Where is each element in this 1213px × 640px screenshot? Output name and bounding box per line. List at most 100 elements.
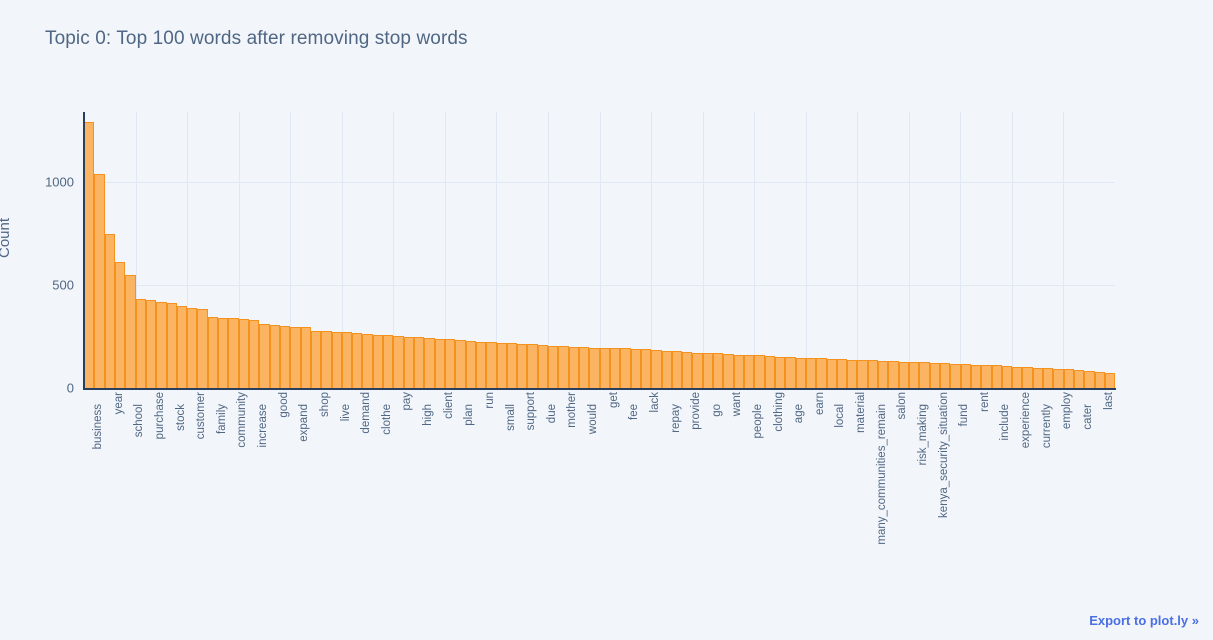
bar[interactable] — [857, 360, 868, 388]
bar[interactable] — [465, 340, 476, 388]
bar[interactable] — [341, 332, 353, 388]
bar[interactable] — [269, 325, 280, 388]
bar[interactable] — [176, 305, 188, 388]
bar[interactable] — [929, 362, 940, 388]
bar[interactable] — [630, 348, 641, 388]
bar[interactable] — [249, 320, 260, 388]
bar[interactable] — [1084, 371, 1095, 388]
bar[interactable] — [403, 336, 414, 388]
bar[interactable] — [888, 361, 899, 388]
bar[interactable] — [764, 356, 775, 388]
bar[interactable] — [1012, 366, 1023, 388]
bar[interactable] — [847, 359, 858, 388]
bar[interactable] — [310, 330, 322, 388]
bar[interactable] — [207, 316, 219, 388]
bar[interactable] — [166, 302, 177, 388]
bar[interactable] — [939, 363, 951, 388]
bar[interactable] — [228, 317, 239, 388]
bar[interactable] — [393, 336, 404, 388]
bar[interactable] — [259, 324, 270, 388]
bar[interactable] — [238, 319, 249, 388]
bar[interactable] — [1043, 368, 1054, 388]
bar[interactable] — [1104, 372, 1116, 388]
export-to-plotly-link[interactable]: Export to plot.ly » — [1089, 613, 1199, 628]
bar[interactable] — [795, 357, 806, 388]
bar[interactable] — [279, 326, 291, 388]
bar[interactable] — [104, 233, 115, 388]
bar[interactable] — [713, 353, 724, 388]
bar[interactable] — [785, 357, 796, 388]
bar[interactable] — [620, 348, 631, 388]
bar[interactable] — [909, 362, 920, 388]
bar[interactable] — [682, 351, 693, 388]
bar[interactable] — [950, 363, 961, 388]
bar[interactable] — [135, 299, 146, 388]
bar[interactable] — [671, 351, 683, 388]
bar[interactable] — [744, 355, 755, 388]
bar[interactable] — [156, 301, 167, 388]
bar[interactable] — [145, 300, 157, 388]
bar[interactable] — [537, 345, 549, 388]
bar[interactable] — [816, 358, 827, 388]
bar[interactable] — [826, 358, 837, 388]
bar[interactable] — [300, 327, 311, 388]
bar[interactable] — [321, 331, 332, 388]
bar[interactable] — [362, 334, 373, 388]
bar[interactable] — [919, 362, 930, 388]
bar[interactable] — [599, 347, 610, 388]
bar[interactable] — [434, 338, 445, 388]
bar[interactable] — [692, 352, 703, 388]
bar[interactable] — [568, 346, 579, 388]
bar[interactable] — [424, 337, 435, 388]
bar[interactable] — [414, 336, 425, 388]
bar[interactable] — [661, 350, 672, 388]
bar[interactable] — [496, 342, 507, 388]
bar[interactable] — [805, 357, 817, 388]
bar[interactable] — [187, 307, 198, 388]
bar[interactable] — [651, 349, 662, 388]
bar[interactable] — [702, 353, 714, 388]
bar[interactable] — [1001, 365, 1013, 388]
bar[interactable] — [372, 334, 384, 388]
bar[interactable] — [444, 338, 456, 388]
bar[interactable] — [723, 354, 734, 388]
bar[interactable] — [589, 347, 600, 388]
bar[interactable] — [506, 343, 518, 388]
bar[interactable] — [84, 122, 95, 388]
bar[interactable] — [218, 317, 229, 388]
bar[interactable] — [548, 345, 559, 388]
bar[interactable] — [290, 326, 301, 388]
bar[interactable] — [94, 173, 105, 388]
bar[interactable] — [640, 349, 652, 388]
bar[interactable] — [1022, 367, 1033, 388]
bar[interactable] — [352, 332, 363, 388]
bar[interactable] — [981, 364, 992, 388]
bar[interactable] — [991, 365, 1002, 388]
bar[interactable] — [486, 342, 497, 388]
bar[interactable] — [331, 331, 342, 388]
bar[interactable] — [527, 344, 538, 388]
bar[interactable] — [383, 335, 394, 388]
bar[interactable] — [114, 262, 126, 388]
bar[interactable] — [1074, 370, 1085, 388]
bar[interactable] — [898, 361, 909, 388]
bar[interactable] — [1053, 369, 1064, 388]
bar[interactable] — [867, 360, 879, 388]
bar[interactable] — [1032, 367, 1044, 388]
bar[interactable] — [197, 308, 208, 388]
bar[interactable] — [475, 341, 487, 388]
bar[interactable] — [878, 360, 889, 388]
bar[interactable] — [960, 364, 971, 388]
bar[interactable] — [733, 354, 744, 388]
bar[interactable] — [970, 364, 982, 388]
bar[interactable] — [836, 359, 848, 388]
bar[interactable] — [754, 355, 765, 388]
bar[interactable] — [1094, 371, 1105, 388]
bar[interactable] — [609, 348, 621, 388]
bar[interactable] — [517, 343, 528, 388]
bar[interactable] — [558, 346, 569, 388]
bar[interactable] — [579, 347, 590, 388]
bar[interactable] — [455, 339, 466, 388]
bar[interactable] — [125, 274, 136, 388]
bar[interactable] — [1063, 369, 1074, 388]
